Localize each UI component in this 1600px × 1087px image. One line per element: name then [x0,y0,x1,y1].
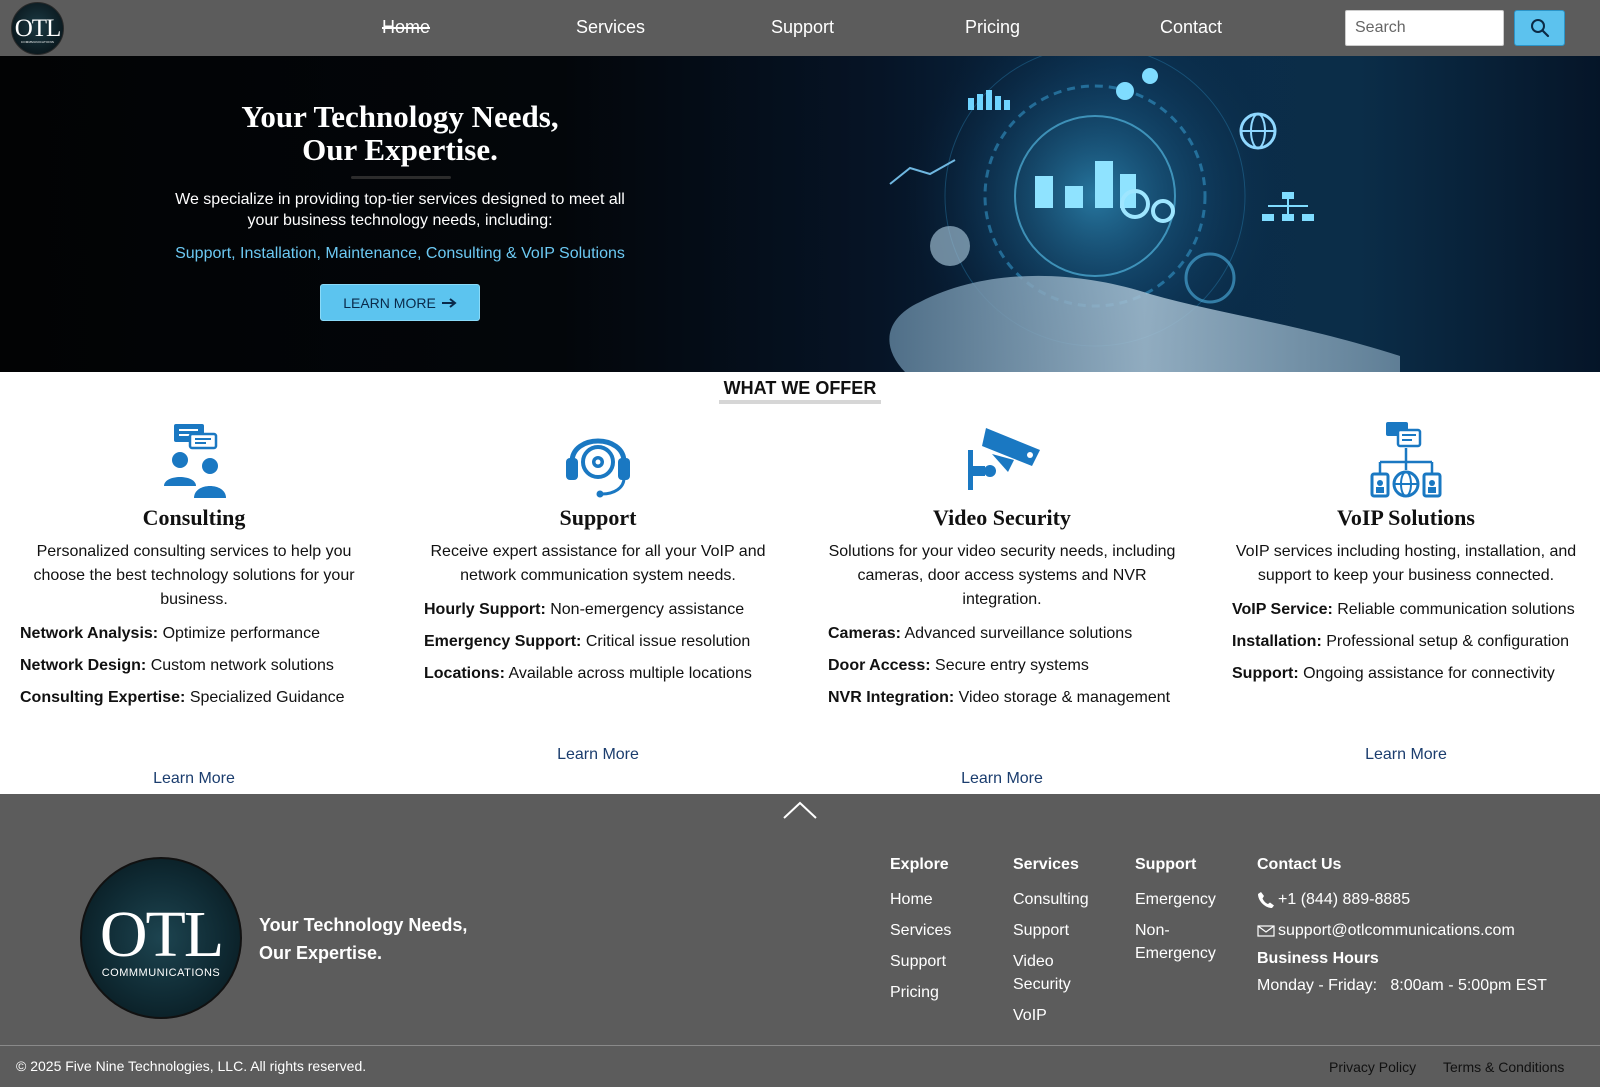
card-description: VoIP services including hosting, install… [1235,543,1577,584]
card-title: Video Security [933,505,1071,530]
nav-link-pricing[interactable]: Pricing [965,17,1020,38]
learn-more-label: LEARN MORE [343,294,436,311]
voip-network-icon [1370,422,1442,498]
footer-link-service-support[interactable]: Support [1013,919,1093,942]
footer-link-services[interactable]: Services [890,919,1000,942]
list-item: Emergency Support: Critical issue resolu… [424,633,751,650]
list-item: Network Design: Custom network solutions [20,657,334,674]
list-item: Network Analysis: Optimize performance [20,625,320,642]
section-heading: WHAT WE OFFER [723,378,877,398]
copyright-text: © 2025 Five Nine Technologies, LLC. All … [16,1058,367,1074]
search-icon [1530,19,1549,38]
card-description: Personalized consulting services to help… [33,543,355,608]
footer-link-home[interactable]: Home [890,888,1000,911]
list-item: Consulting Expertise: Specialized Guidan… [20,689,345,706]
list-item: Locations: Available across multiple loc… [424,665,752,682]
footer-logo-subtext: COMMMUNICATIONS [101,967,221,979]
list-item: Door Access: Secure entry systems [828,657,1089,674]
card-title: VoIP Solutions [1337,505,1475,530]
footer-link-support[interactable]: Support [890,950,1000,973]
hero-title: Your Technology Needs, Our Expertise. [241,99,559,167]
site-footer: OTL COMMMUNICATIONS Your Technology Need… [0,794,1600,1087]
privacy-policy-link[interactable]: Privacy Policy [1329,1059,1416,1075]
logo-subtext: COMMMUNICATIONS [20,40,55,44]
card-feature-list: Hourly Support: Non-emergency assistance… [424,600,804,696]
footer-column-heading: Explore [890,856,949,873]
consulting-people-chat-icon [164,424,226,498]
footer-column-heading: Contact Us [1257,856,1342,873]
footer-otl-logo[interactable]: OTL COMMMUNICATIONS [80,857,242,1019]
security-camera-icon [968,428,1040,490]
footer-column-contact: Contact Us +1 (844) 889-8885 support@otl… [1257,856,1587,995]
business-hours: Monday - Friday: 8:00am - 5:00pm EST [1257,977,1547,994]
list-item: NVR Integration: Video storage & managem… [828,689,1171,706]
footer-link-emergency[interactable]: Emergency [1135,888,1230,911]
learn-more-link-consulting[interactable]: Learn More [4,770,384,788]
footer-column-services: Services Consulting Support Video Securi… [1013,856,1093,1035]
footer-column-explore: Explore Home Services Support Pricing [890,856,1000,1012]
hero-banner: Your Technology Needs, Our Expertise. We… [0,56,1600,372]
footer-link-pricing[interactable]: Pricing [890,981,1000,1004]
learn-more-button[interactable]: LEARN MORE [320,284,480,321]
footer-link-voip[interactable]: VoIP [1013,1004,1093,1027]
footer-link-video-security[interactable]: Video Security [1013,950,1093,996]
card-title: Support [559,505,637,530]
logo-text: OTL [14,14,62,42]
footer-logo-text: OTL [99,898,224,971]
hero-divider [351,176,451,179]
section-heading-underline [719,400,881,404]
nav-link-services[interactable]: Services [576,17,645,38]
otl-logo[interactable]: OTL COMMMUNICATIONS [11,2,64,55]
footer-tagline: Your Technology Needs, Our Expertise. [259,915,468,963]
learn-more-link-video-security[interactable]: Learn More [812,770,1192,788]
footer-link-consulting[interactable]: Consulting [1013,888,1093,911]
learn-more-link-voip[interactable]: Learn More [1216,746,1596,764]
hero-services-list: Support, Installation, Maintenance, Cons… [175,245,625,262]
list-item: Cameras: Advanced surveillance solutions [828,625,1133,642]
top-navbar: OTL COMMMUNICATIONS Home Services Suppor… [0,0,1600,56]
phone-icon [1258,891,1274,908]
terms-conditions-link[interactable]: Terms & Conditions [1443,1059,1564,1075]
nav-link-support[interactable]: Support [771,17,834,38]
headset-support-icon [566,438,630,498]
footer-column-heading: Support [1135,856,1197,873]
card-description: Receive expert assistance for all your V… [430,543,766,584]
contact-phone[interactable]: +1 (844) 889-8885 [1257,888,1587,911]
contact-email[interactable]: support@otlcommunications.com [1257,919,1587,942]
scroll-to-top-chevron-icon[interactable] [783,800,817,820]
footer-column-heading: Services [1013,856,1079,873]
search-input[interactable] [1345,10,1504,46]
footer-link-non-emergency[interactable]: Non-Emergency [1135,919,1230,965]
nav-link-home[interactable]: Home [382,17,430,38]
learn-more-link-support[interactable]: Learn More [408,746,788,764]
card-feature-list: VoIP Service: Reliable communication sol… [1232,600,1600,696]
list-item: Support: Ongoing assistance for connecti… [1232,665,1555,682]
list-item: VoIP Service: Reliable communication sol… [1232,601,1575,618]
list-item: Installation: Professional setup & confi… [1232,633,1570,650]
card-description: Solutions for your video security needs,… [828,543,1176,608]
search-button[interactable] [1514,10,1565,46]
footer-column-support: Support Emergency Non-Emergency [1135,856,1230,973]
list-item: Hourly Support: Non-emergency assistance [424,601,745,618]
arrow-right-icon [441,297,457,308]
card-feature-list: Cameras: Advanced surveillance solutions… [828,624,1208,720]
hero-description: We specialize in providing top-tier serv… [175,191,625,229]
envelope-icon [1257,924,1275,937]
card-title: Consulting [142,505,246,530]
nav-link-contact[interactable]: Contact [1160,17,1222,38]
footer-divider [0,1045,1600,1046]
business-hours-heading: Business Hours [1257,950,1379,967]
card-feature-list: Network Analysis: Optimize performance N… [20,624,400,720]
